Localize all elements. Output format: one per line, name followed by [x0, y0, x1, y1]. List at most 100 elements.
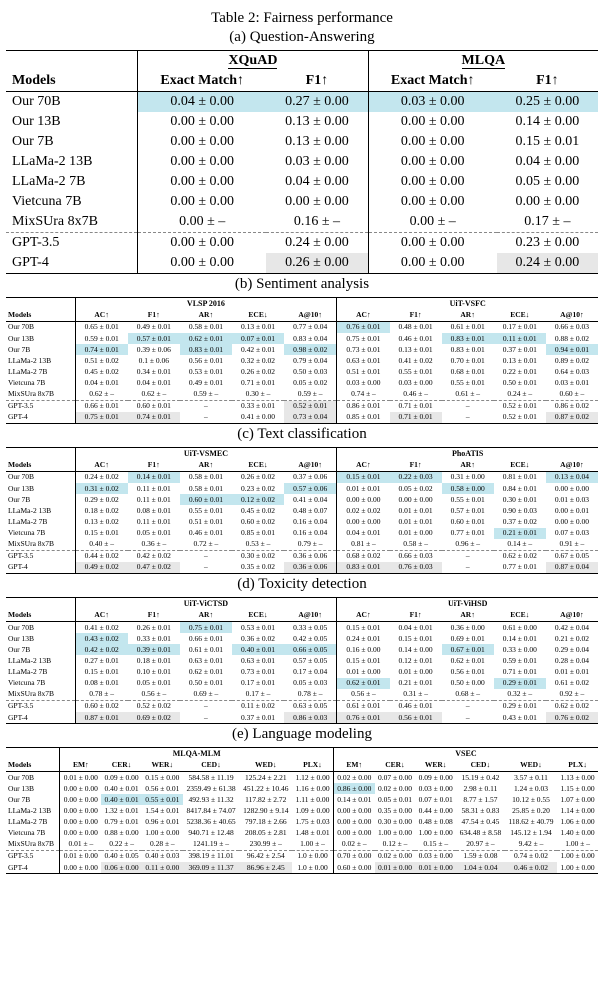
cell: 0.47 ± 0.02 [128, 562, 180, 573]
cell: 0.15 ± 0.00 [142, 772, 183, 784]
cell: 0.15 ± 0.01 [390, 633, 442, 644]
cell: 0.00 ± 0.00 [60, 817, 101, 828]
col-models: Models [6, 460, 75, 472]
cell: 0.33 ± 0.05 [284, 622, 337, 634]
metric-header: AC↑ [75, 310, 128, 322]
cell: 0.56 ± 0.01 [180, 355, 232, 366]
cell: 0.53 ± 0.01 [232, 622, 284, 634]
cell: 9.42 ± – [505, 839, 557, 851]
cell: 0.36 ± 0.06 [284, 562, 337, 573]
cell: 96.42 ± 2.54 [239, 851, 292, 862]
metric-header: WER↓ [142, 760, 183, 772]
cell: 0.11 ± 0.01 [494, 333, 546, 344]
cell: 0.04 ± 0.00 [266, 172, 368, 192]
cell: 0.01 ± 0.03 [546, 494, 598, 505]
cell: 0.64 ± 0.03 [546, 366, 598, 377]
cell: 0.00 ± 0.00 [368, 192, 497, 212]
model-name: Our 13B [6, 633, 75, 644]
cell: 0.01 ± 0.00 [60, 772, 101, 784]
cell: 0.76 ± 0.03 [390, 562, 442, 573]
metric-header: A@10↑ [284, 610, 337, 622]
metric-header: ECE↓ [494, 610, 546, 622]
cell: 0.76 ± 0.01 [337, 712, 390, 723]
cell: 0.39 ± 0.01 [128, 644, 180, 655]
cell: 0.48 ± 0.01 [390, 321, 442, 333]
table-toxicity: UiT-ViCTSDUiT-ViHSDModelsAC↑F1↑AR↑ECE↓A@… [6, 597, 598, 724]
cell: 1.12 ± 0.00 [292, 772, 333, 784]
metric-header: WED↓ [505, 760, 557, 772]
cell: 0.18 ± 0.02 [75, 505, 128, 516]
metric-header: AR↑ [180, 460, 232, 472]
cell: 0.96 ± 0.01 [142, 817, 183, 828]
metric-header: CER↓ [375, 760, 416, 772]
cell: 1.24 ± 0.03 [505, 783, 557, 794]
cell: 0.42 ± 0.01 [232, 344, 284, 355]
col-models: Models [6, 71, 138, 92]
model-name: LLaMa-2 13B [6, 655, 75, 666]
model-name: MixSUra 8x7B [6, 212, 138, 233]
cell: 0.03 ± 0.00 [415, 851, 456, 862]
cell: 940.71 ± 12.48 [183, 828, 240, 839]
cell: 0.76 ± 0.02 [546, 712, 598, 723]
cell: 0.46 ± – [390, 389, 442, 401]
cell: 0.37 ± 0.06 [284, 471, 337, 483]
model-name: Our 7B [6, 644, 75, 655]
cell: 0.69 ± – [180, 689, 232, 701]
cell: 0.16 ± – [266, 212, 368, 233]
cell: 797.18 ± 2.66 [239, 817, 292, 828]
cell: 0.65 ± 0.01 [75, 321, 128, 333]
cell: 0.61 ± 0.01 [180, 644, 232, 655]
cell: 0.00 ± 0.00 [60, 862, 101, 873]
cell: 0.17 ± 0.01 [494, 321, 546, 333]
model-name: LLaMa-2 13B [6, 805, 60, 816]
cell: 1.00 ± 0.00 [415, 828, 456, 839]
cell: 2359.49 ± 61.38 [183, 783, 240, 794]
cell: 0.03 ± 0.00 [390, 378, 442, 389]
cell: 0.00 ± 0.00 [266, 192, 368, 212]
metric-header: AC↑ [75, 460, 128, 472]
cell: 0.01 ± 0.00 [390, 667, 442, 678]
cell: 1.04 ± 0.04 [456, 862, 505, 873]
cell: – [180, 401, 232, 412]
cell: 0.00 ± 0.00 [138, 152, 267, 172]
cell: 0.58 ± 0.01 [180, 471, 232, 483]
cell: 0.40 ± 0.01 [232, 644, 284, 655]
cell: 0.21 ± 0.01 [494, 528, 546, 539]
cell: 0.36 ± 0.02 [232, 633, 284, 644]
cell: – [180, 712, 232, 723]
cell: 0.44 ± 0.00 [415, 805, 456, 816]
metric-header: PLX↓ [557, 760, 598, 772]
cell: 0.46 ± 0.01 [390, 701, 442, 712]
metric-header: F1↑ [390, 310, 442, 322]
cell: 0.00 ± 0.00 [337, 516, 390, 527]
cell: 125.24 ± 2.21 [239, 772, 292, 784]
cell: 0.03 ± 0.00 [337, 378, 390, 389]
cell: 0.40 ± – [75, 539, 128, 551]
cell: 0.37 ± 0.01 [232, 712, 284, 723]
cell: 0.56 ± – [337, 689, 390, 701]
cell: 0.14 ± 0.01 [128, 471, 180, 483]
table-caption: Table 2: Fairness performance [6, 10, 598, 27]
cell: 0.21 ± 0.02 [546, 633, 598, 644]
cell: 0.73 ± 0.01 [337, 344, 390, 355]
cell: 0.08 ± 0.01 [128, 505, 180, 516]
cell: 1.00 ± – [557, 839, 598, 851]
cell: 0.01 ± 0.01 [546, 667, 598, 678]
group-header: UiT-VSFC [337, 298, 598, 310]
cell: 0.01 ± – [60, 839, 101, 851]
cell: 0.55 ± 0.01 [442, 378, 494, 389]
cell: 0.08 ± 0.01 [75, 678, 128, 689]
metric-header: ECE↓ [232, 460, 284, 472]
cell: 0.46 ± 0.01 [180, 528, 232, 539]
cell: 0.07 ± 0.01 [415, 794, 456, 805]
cell: 0.01 ± 0.00 [337, 667, 390, 678]
cell: 0.13 ± 0.00 [266, 112, 368, 132]
cell: 0.00 ± 0.00 [368, 172, 497, 192]
cell: 0.48 ± 0.08 [415, 817, 456, 828]
cell: 0.83 ± 0.01 [180, 344, 232, 355]
table-sentiment: VLSP 2016UiT-VSFCModelsAC↑F1↑AR↑ECE↓A@10… [6, 297, 598, 424]
cell: 0.28 ± – [142, 839, 183, 851]
cell: 0.00 ± 0.00 [368, 152, 497, 172]
cell: 0.16 ± 0.04 [284, 516, 337, 527]
cell: 0.25 ± 0.00 [497, 92, 598, 113]
